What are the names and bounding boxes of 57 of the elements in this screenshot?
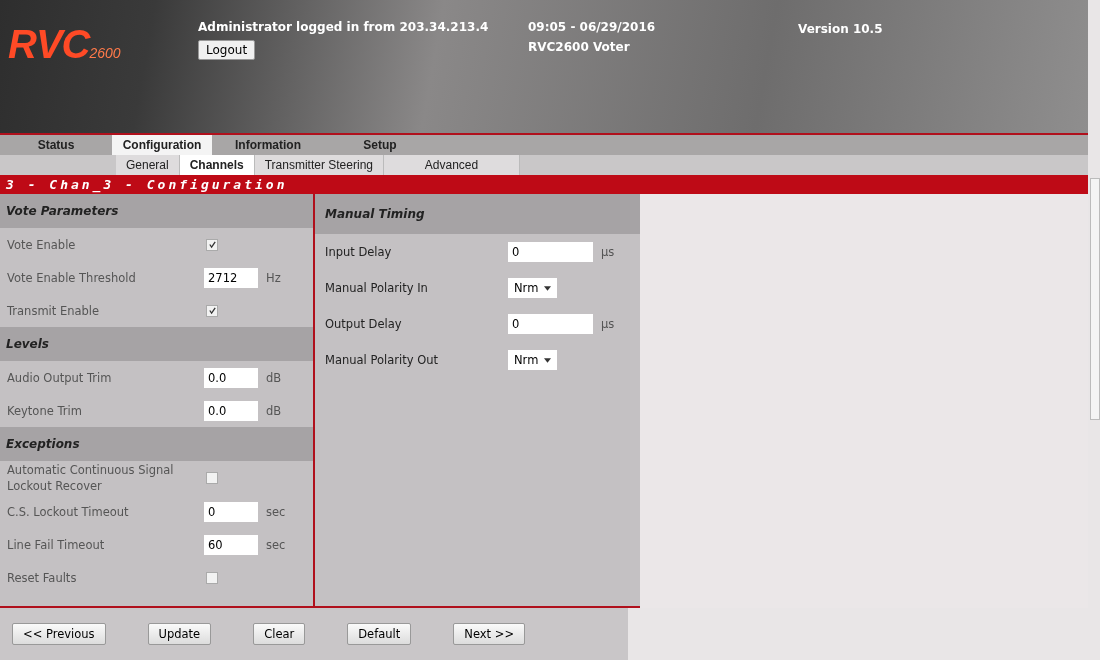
form-button[interactable]: Default bbox=[347, 623, 412, 645]
nav-tab[interactable]: Status bbox=[0, 134, 112, 155]
field-label: Manual Polarity In bbox=[325, 280, 429, 296]
field-label: C.S. Lockout Timeout bbox=[7, 503, 130, 520]
field-label: Transmit Enable bbox=[7, 302, 101, 319]
field-label: Vote Enable Threshold bbox=[7, 269, 137, 286]
scrollbar[interactable] bbox=[1090, 178, 1100, 420]
unit-label: dB bbox=[266, 370, 282, 385]
input-field[interactable]: 60 bbox=[204, 534, 258, 555]
field-label: Automatic Continuous Signal Lockout Recover bbox=[7, 462, 175, 494]
input-field[interactable]: 0.0 bbox=[204, 400, 258, 421]
input-field[interactable]: 0 bbox=[508, 242, 593, 262]
field-label: Reset Faults bbox=[7, 569, 78, 586]
field-label: Vote Enable bbox=[7, 236, 77, 253]
input-field[interactable]: 0 bbox=[508, 314, 593, 334]
nav-tab[interactable]: Configuration bbox=[112, 134, 212, 155]
input-field[interactable]: 0.0 bbox=[204, 367, 258, 388]
checkbox[interactable] bbox=[206, 304, 218, 317]
section-title: Manual Timing bbox=[325, 207, 425, 221]
login-status: Administrator logged in from 203.34.213.4 bbox=[198, 20, 489, 34]
caret-icon bbox=[544, 357, 552, 363]
caret-icon bbox=[544, 285, 552, 291]
version-label: Version 10.5 bbox=[798, 22, 883, 36]
checkbox[interactable] bbox=[206, 571, 218, 584]
form-button[interactable]: Next >> bbox=[453, 623, 525, 645]
unit-label: µs bbox=[601, 245, 615, 259]
nav-tab[interactable]: Information bbox=[212, 134, 324, 155]
date-time: 09:05 - 06/29/2016 bbox=[528, 20, 656, 34]
field-label: Output Delay bbox=[325, 316, 403, 332]
logo: RVC2600 bbox=[8, 22, 122, 67]
logout-button[interactable]: Logout bbox=[198, 40, 256, 60]
form-button[interactable]: << Previous bbox=[12, 623, 106, 645]
dropdown[interactable]: Nrm bbox=[508, 350, 558, 370]
unit-label: µs bbox=[601, 317, 615, 331]
field-label: Line Fail Timeout bbox=[7, 536, 106, 553]
input-field[interactable]: 2712 bbox=[204, 267, 258, 288]
section-title: Exceptions bbox=[6, 437, 80, 451]
unit-label: sec bbox=[266, 537, 286, 552]
section-title: Vote Parameters bbox=[6, 204, 119, 218]
unit-label: sec bbox=[266, 504, 286, 519]
nav-tab[interactable]: Setup bbox=[324, 134, 436, 155]
field-label: Manual Polarity Out bbox=[325, 352, 439, 368]
section-title: Levels bbox=[6, 337, 49, 351]
field-label: Keytone Trim bbox=[7, 402, 83, 419]
unit-label: dB bbox=[266, 403, 282, 418]
checkbox[interactable] bbox=[206, 238, 218, 251]
sub-tab[interactable]: General bbox=[116, 154, 180, 175]
device-name: RVC2600 Voter bbox=[528, 40, 630, 54]
unit-label: Hz bbox=[266, 270, 281, 285]
field-label: Audio Output Trim bbox=[7, 369, 113, 386]
dropdown[interactable]: Nrm bbox=[508, 278, 558, 298]
checkbox[interactable] bbox=[206, 472, 218, 484]
form-button[interactable]: Update bbox=[147, 623, 212, 645]
page-title: 3 - Chan_3 - Configuration bbox=[6, 176, 288, 192]
field-label: Input Delay bbox=[325, 244, 393, 260]
input-field[interactable]: 0 bbox=[204, 501, 258, 522]
form-button[interactable]: Clear bbox=[253, 623, 306, 645]
